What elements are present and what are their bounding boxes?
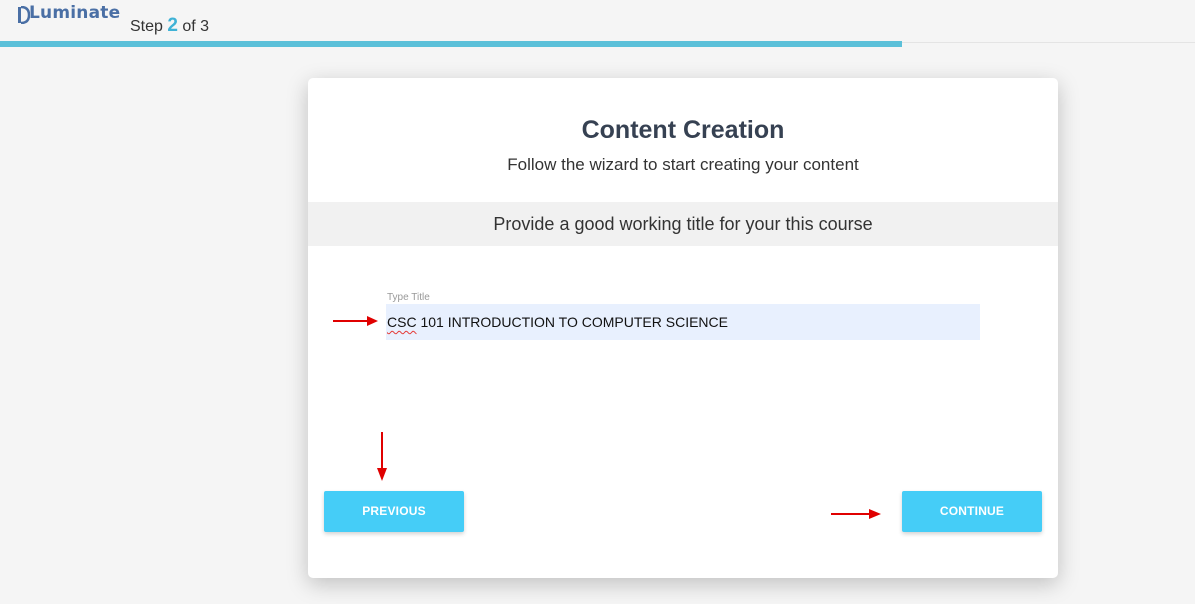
prompt-banner: Provide a good working title for your th… [308,202,1058,246]
progress-fill [0,41,903,47]
step-current-number: 2 [167,15,178,36]
arrow-down-icon [377,432,387,481]
logo[interactable]: Luminate [18,2,120,24]
arrow-right-icon [333,316,378,326]
step-suffix: of 3 [177,18,210,35]
card-subtitle: Follow the wizard to start creating your… [507,155,859,174]
wizard-card: Content Creation Follow the wizard to st… [308,78,1058,578]
previous-button[interactable]: PREVIOUS [324,491,464,532]
title-input[interactable]: CSC 101 INTRODUCTION TO COMPUTER SCIENCE [386,304,980,340]
step-prefix: Step [130,18,168,35]
continue-button[interactable]: CONTINUE [902,491,1042,532]
title-field-label: Type Title [387,292,430,303]
progress-bar [0,41,1195,47]
card-title: Content Creation [581,116,785,144]
title-input-value: 101 INTRODUCTION TO COMPUTER SCIENCE [416,314,728,330]
top-bar: Luminate Step 2 of 3 [0,0,1195,43]
logo-text: Luminate [29,3,121,23]
arrow-right-icon [831,509,881,519]
spellcheck-word: CSC [387,314,417,330]
step-indicator: Step 2 of 3 [130,16,209,37]
